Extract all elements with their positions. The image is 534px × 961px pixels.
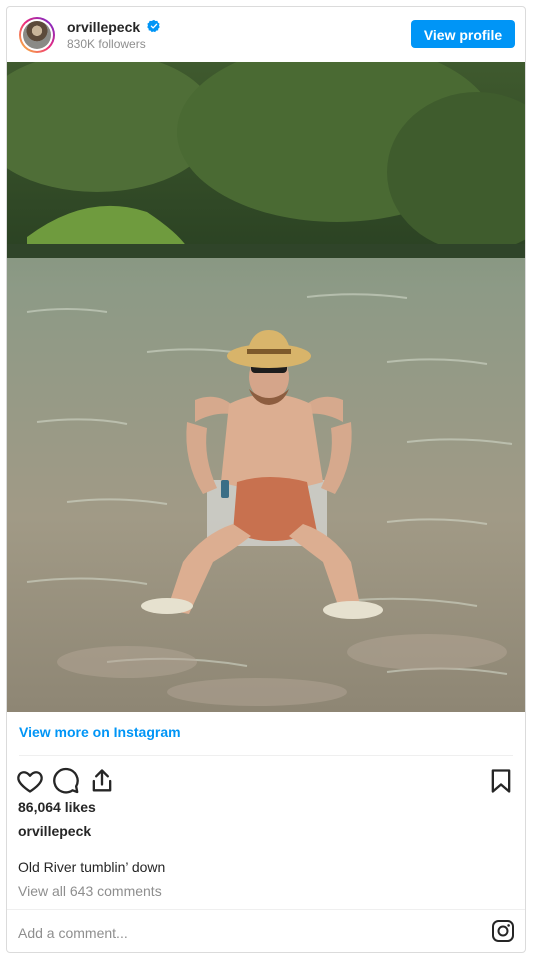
instagram-embed-card: orvillepeck 830K followers View profile (6, 6, 526, 953)
followers-count: 830K followers (67, 37, 146, 51)
bookmark-icon[interactable] (487, 767, 515, 795)
post-image (7, 62, 525, 712)
comment-icon[interactable] (52, 767, 80, 795)
post-caption: Old River tumblin’ down (18, 859, 166, 875)
divider (7, 909, 525, 910)
action-bar (7, 763, 525, 803)
share-icon[interactable] (88, 767, 116, 795)
view-comments-link[interactable]: View all 643 comments (18, 883, 162, 899)
add-comment-field[interactable]: Add a comment... (18, 925, 128, 941)
view-profile-button[interactable]: View profile (411, 20, 515, 48)
post-header: orvillepeck 830K followers View profile (7, 7, 525, 62)
post-owner-username[interactable]: orvillepeck (18, 823, 91, 839)
username[interactable]: orvillepeck (67, 19, 140, 35)
verified-badge-icon (147, 19, 160, 33)
post-photo[interactable] (7, 62, 525, 712)
avatar[interactable] (19, 17, 55, 53)
instagram-icon[interactable] (491, 919, 515, 943)
heart-icon[interactable] (16, 767, 44, 795)
divider (19, 755, 513, 756)
view-more-on-instagram-link[interactable]: View more on Instagram (19, 724, 181, 740)
likes-count[interactable]: 86,064 likes (18, 799, 96, 815)
